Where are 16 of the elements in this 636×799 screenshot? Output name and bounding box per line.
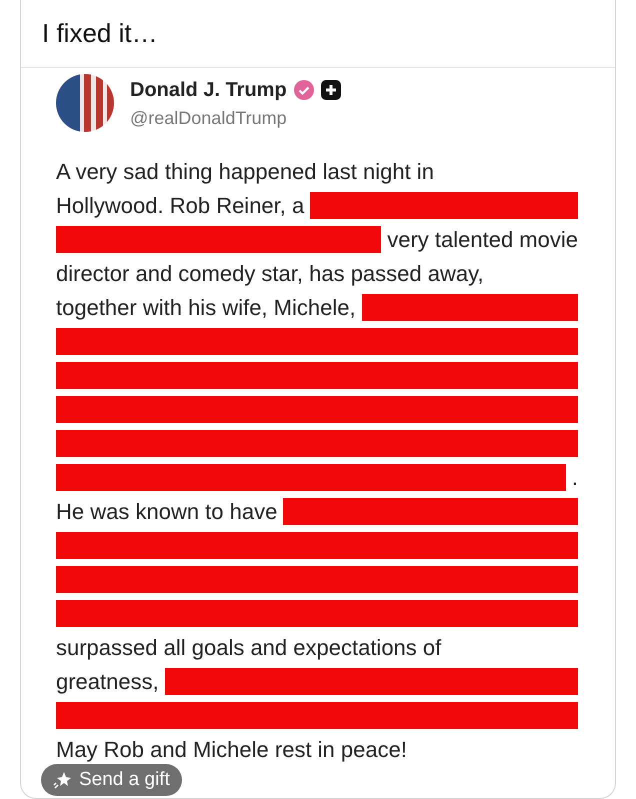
send-gift-button[interactable]: Send a gift	[41, 764, 182, 796]
post-text-line: He was known to have	[56, 498, 278, 526]
post-text-line: May Rob and Michele rest in peace!	[56, 736, 407, 764]
sparkle-star-icon	[53, 770, 73, 790]
author-name: Donald J. Trump	[130, 78, 287, 102]
post-caption: I fixed it…	[42, 18, 158, 48]
author-handle: @realDonaldTrump	[130, 106, 288, 130]
plus-badge-icon	[320, 80, 341, 100]
post-text-line: greatness,	[56, 668, 159, 696]
post-text-line: very talented movie	[387, 226, 578, 254]
post-text-line: A very sad thing happened last night in	[56, 158, 434, 186]
post-text-line: director and comedy star, has passed away,	[56, 260, 484, 288]
post-text-line: Hollywood. Rob Reiner, a	[56, 192, 304, 220]
post-text-line: surpassed all goals and expectations of	[56, 634, 442, 662]
post-text-line: together with his wife, Michele,	[56, 294, 356, 322]
post-text-line: .	[572, 464, 578, 492]
